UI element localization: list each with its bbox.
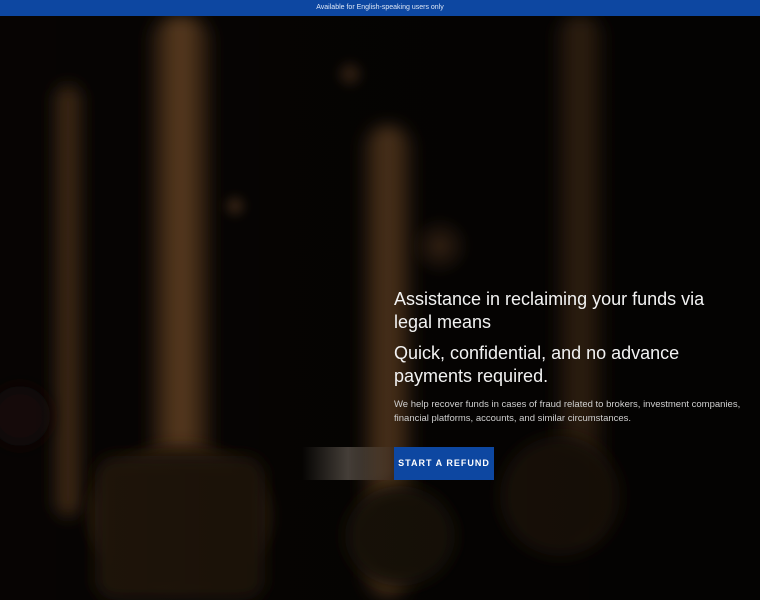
hero-headline: Assistance in reclaiming your funds via … — [394, 289, 705, 332]
decorative-shadow-strip — [302, 447, 394, 480]
hero-description: We help recover funds in cases of fraud … — [394, 399, 741, 424]
hero-subheadline: Quick, confidential, and no advance paym… — [394, 343, 680, 386]
hero-content: Assistance in reclaiming your funds via … — [394, 288, 746, 426]
page: Available for English-speaking users onl… — [0, 0, 760, 600]
language-notice-banner: Available for English-speaking users onl… — [0, 0, 760, 16]
start-refund-button[interactable]: START A REFUND — [394, 447, 494, 480]
